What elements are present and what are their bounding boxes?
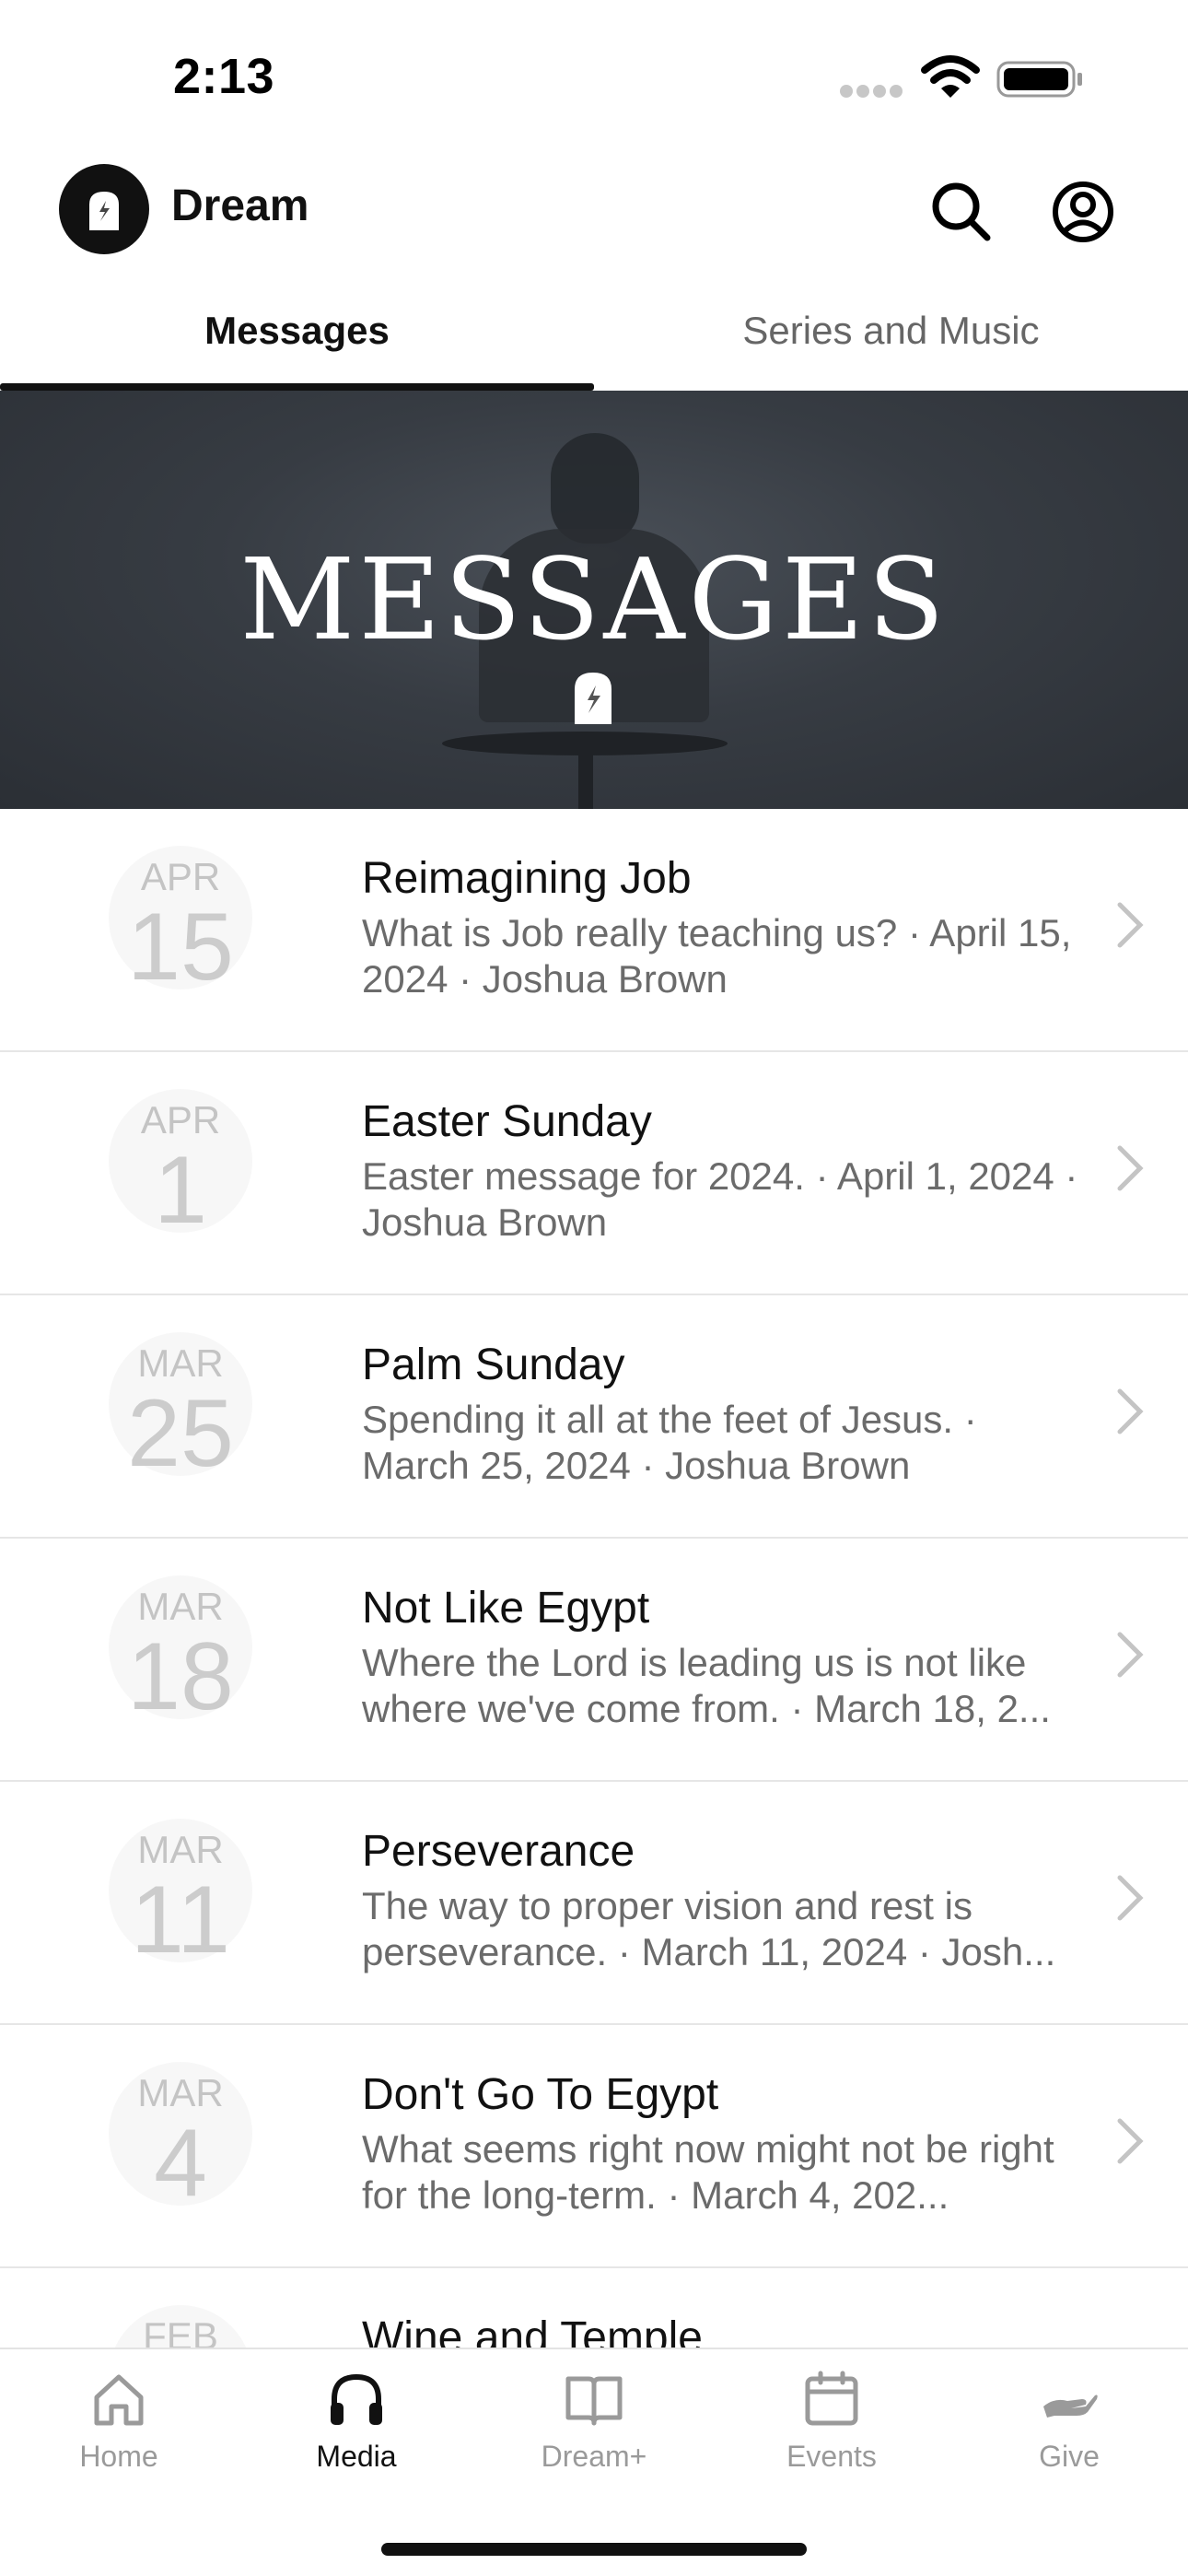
date-day: 4 [154, 2110, 207, 2217]
home-icon [94, 2374, 144, 2426]
date-month: MAR [137, 2071, 224, 2114]
message-list: APR 15 Reimagining Job What is Job reall… [0, 809, 1188, 2348]
banner-photo-figure [551, 433, 639, 544]
banner-photo-table-leg [578, 750, 593, 809]
date-month: MAR [137, 1341, 224, 1385]
tab-give-label: Give [1039, 2440, 1100, 2473]
wifi-icon [921, 55, 980, 98]
date-day: 25 [127, 1380, 234, 1487]
battery-icon [996, 61, 1082, 98]
list-item[interactable]: FEB Wine and Temple [0, 2268, 1188, 2348]
message-title: Easter Sunday [362, 1097, 652, 1146]
message-subtitle: Easter message for 2024. · April 1, 2024… [362, 1154, 1078, 1244]
list-item[interactable]: MAR 11 Perseverance The way to proper vi… [0, 1782, 1188, 2025]
tab-series-and-music[interactable]: Series and Music [594, 293, 1188, 391]
date-day: 18 [127, 1623, 234, 1730]
segment-tabs: Messages Series and Music [0, 293, 1188, 391]
tab-media[interactable]: Media [238, 2370, 475, 2508]
account-icon[interactable] [1050, 179, 1116, 245]
date-month: MAR [137, 1585, 224, 1628]
status-time: 2:13 [173, 49, 275, 104]
tab-dream-plus-label: Dream+ [541, 2440, 647, 2473]
message-subtitle: The way to proper vision and rest is per… [362, 1884, 1056, 1973]
chevron-right-icon [1117, 1875, 1144, 1921]
date-day: 11 [131, 1867, 230, 1973]
chevron-right-icon [1117, 2118, 1144, 2164]
chevron-right-icon [1117, 1632, 1144, 1678]
message-subtitle: Where the Lord is leading us is not like… [362, 1641, 1051, 1730]
tab-home-label: Home [79, 2440, 158, 2473]
book-icon [565, 2376, 623, 2426]
message-title: Palm Sunday [362, 1341, 625, 1389]
tab-events-label: Events [786, 2440, 877, 2473]
date-day: 1 [154, 1137, 207, 1244]
status-bar: 2:13 [0, 0, 1188, 157]
banner-title: MESSAGES [239, 534, 949, 665]
message-subtitle: Spending it all at the feet of Jesus. · … [362, 1398, 977, 1487]
tab-dream-plus[interactable]: Dream+ [475, 2370, 713, 2508]
chevron-right-icon [1117, 1388, 1144, 1434]
messages-banner: MESSAGES [0, 391, 1188, 809]
home-indicator [381, 2543, 807, 2556]
calendar-icon [805, 2371, 858, 2426]
date-month: APR [140, 1098, 221, 1142]
date-month: FEB [143, 2314, 218, 2348]
chevron-right-icon [1117, 1145, 1144, 1191]
message-title: Not Like Egypt [362, 1584, 650, 1633]
message-title: Reimagining Job [362, 854, 692, 903]
dream-logo-icon [89, 192, 119, 230]
message-title: Perseverance [362, 1827, 635, 1876]
date-month: APR [140, 855, 221, 898]
tab-give[interactable]: Give [950, 2370, 1188, 2508]
search-icon[interactable] [928, 179, 995, 245]
bottom-tab-bar: Home Media Dream+ Events Give [0, 2348, 1188, 2576]
message-title: Wine and Temple [362, 2313, 703, 2348]
active-tab-indicator [0, 383, 594, 391]
dream-logo-icon [575, 673, 611, 724]
cellular-signal-icon [840, 85, 906, 98]
headphones-icon [331, 2373, 382, 2425]
tab-media-label: Media [316, 2440, 397, 2473]
message-subtitle: What seems right now might not be right … [362, 2127, 1054, 2217]
church-logo [59, 164, 149, 254]
message-title: Don't Go To Egypt [362, 2070, 719, 2119]
list-item[interactable]: APR 1 Easter Sunday Easter message for 2… [0, 1052, 1188, 1295]
message-subtitle: What is Job really teaching us? · April … [362, 911, 1072, 1001]
list-item[interactable]: MAR 4 Don't Go To Egypt What seems right… [0, 2025, 1188, 2268]
tab-home[interactable]: Home [0, 2370, 238, 2508]
hand-icon [1043, 2395, 1098, 2418]
tab-events[interactable]: Events [713, 2370, 950, 2508]
tab-messages[interactable]: Messages [0, 293, 594, 391]
list-item[interactable]: APR 15 Reimagining Job What is Job reall… [0, 809, 1188, 1052]
date-month: MAR [137, 1828, 224, 1871]
app-header: Dream [0, 157, 1188, 267]
date-day: 15 [127, 894, 234, 1001]
app-title: Dream [171, 181, 309, 230]
list-item[interactable]: MAR 25 Palm Sunday Spending it all at th… [0, 1295, 1188, 1539]
chevron-right-icon [1117, 902, 1144, 948]
list-item[interactable]: MAR 18 Not Like Egypt Where the Lord is … [0, 1539, 1188, 1782]
